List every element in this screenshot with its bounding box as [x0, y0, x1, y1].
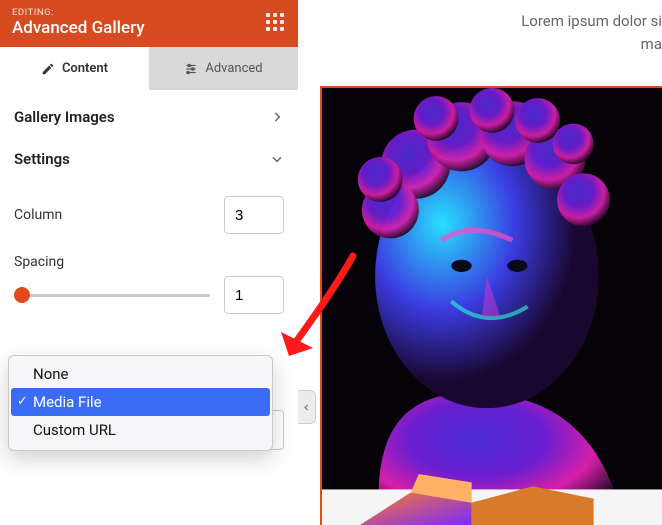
- slider-track: [14, 294, 210, 297]
- section-settings[interactable]: Settings: [14, 144, 284, 186]
- spacing-input[interactable]: [224, 276, 284, 314]
- option-custom-url-label: Custom URL: [33, 421, 116, 439]
- drag-handle-icon[interactable]: [266, 13, 284, 31]
- chevron-down-icon: [270, 152, 284, 166]
- column-input[interactable]: [224, 196, 284, 234]
- editing-label: EDITING:: [12, 7, 284, 18]
- tabs: Content Advanced: [0, 47, 298, 90]
- section-settings-label: Settings: [14, 150, 70, 168]
- option-custom-url[interactable]: Custom URL: [11, 416, 270, 444]
- tab-advanced-label: Advanced: [205, 61, 262, 76]
- tab-advanced[interactable]: Advanced: [149, 47, 298, 90]
- spacing-label: Spacing: [14, 254, 64, 270]
- spacing-slider[interactable]: [14, 285, 210, 305]
- tab-content[interactable]: Content: [0, 47, 149, 90]
- lorem-line2: ma: [641, 35, 662, 53]
- section-gallery-images[interactable]: Gallery Images: [14, 90, 284, 144]
- option-none-label: None: [33, 365, 69, 383]
- collapse-handle[interactable]: [298, 390, 316, 424]
- field-spacing: [14, 272, 284, 326]
- block-title: Advanced Gallery: [12, 18, 284, 38]
- option-media-file-label: Media File: [33, 393, 102, 411]
- lorem-line1: Lorem ipsum dolor si: [521, 12, 662, 30]
- editor-header: EDITING: Advanced Gallery: [0, 0, 298, 47]
- field-column: Column: [14, 186, 284, 244]
- preview-pane: Lorem ipsum dolor si ma: [298, 0, 662, 525]
- option-none[interactable]: None: [11, 360, 270, 388]
- sliders-icon: [184, 62, 198, 76]
- check-icon: ✓: [17, 394, 28, 409]
- panel-body: Gallery Images Settings Column Spacing: [0, 90, 298, 525]
- app-root: EDITING: Advanced Gallery Content Advanc…: [0, 0, 662, 525]
- column-label: Column: [14, 207, 62, 223]
- chevron-right-icon: [270, 110, 284, 124]
- editor-sidebar: EDITING: Advanced Gallery Content Advanc…: [0, 0, 298, 525]
- chevron-left-icon: [302, 401, 311, 414]
- field-spacing-label-row: Spacing: [14, 244, 284, 272]
- lorem-text: Lorem ipsum dolor si ma: [338, 10, 662, 57]
- tab-content-label: Content: [62, 61, 108, 76]
- pencil-icon: [41, 62, 55, 76]
- gallery-canvas[interactable]: [320, 86, 662, 525]
- gallery-image-bust: [322, 88, 662, 525]
- linkto-dropdown[interactable]: None ✓ Media File Custom URL: [8, 355, 273, 451]
- section-gallery-images-label: Gallery Images: [14, 108, 115, 126]
- slider-thumb[interactable]: [14, 287, 30, 303]
- option-media-file[interactable]: ✓ Media File: [11, 388, 270, 416]
